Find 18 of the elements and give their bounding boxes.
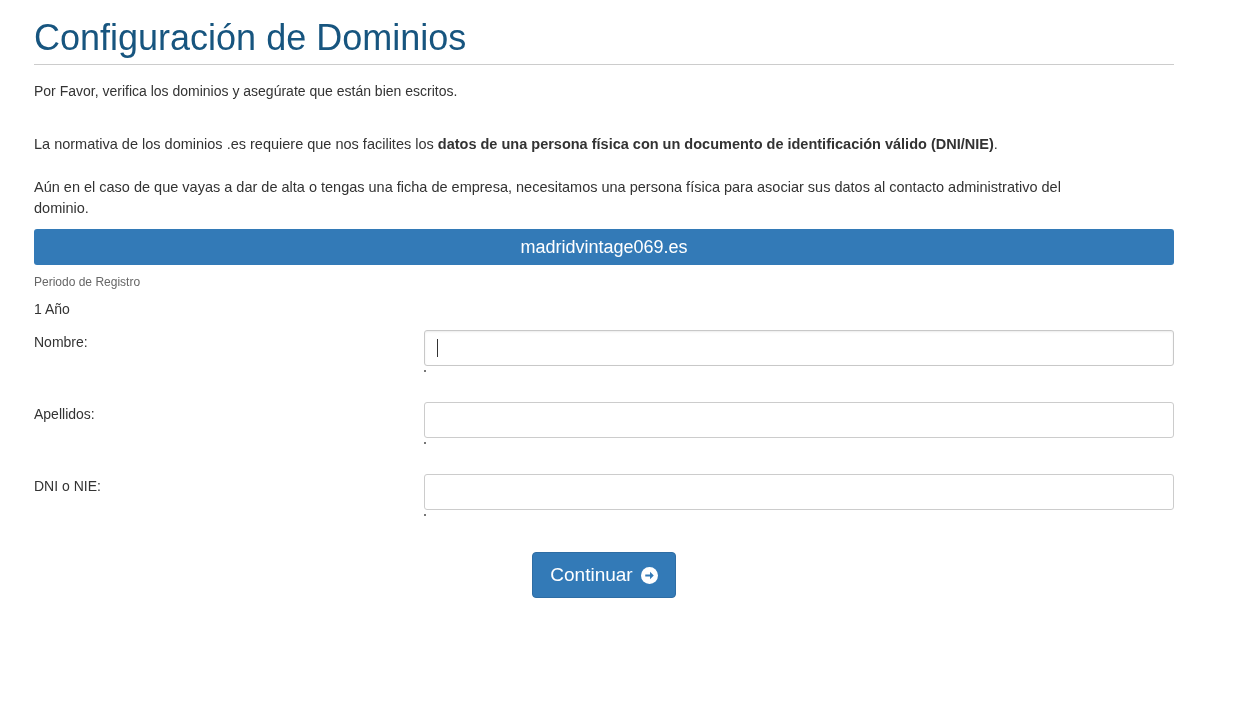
period-value: 1 Año bbox=[34, 300, 71, 319]
period-label: Periodo de Registro bbox=[34, 274, 142, 291]
field-label: Nombre: bbox=[34, 333, 89, 352]
page-title: Configuración de Dominios bbox=[34, 18, 1174, 65]
field-label: Apellidos: bbox=[34, 405, 96, 424]
info-paragraph: La normativa de los dominios .es requiere que nos facilites los datos de una persona física con un documento de identificación válido (DNI/NIE). bbox=[34, 135, 999, 154]
hint-mark bbox=[424, 442, 426, 444]
arrow-circle-icon bbox=[640, 566, 658, 584]
input-field[interactable] bbox=[424, 402, 1174, 438]
hint-mark bbox=[424, 370, 426, 372]
intro-text: Por Favor, verifica los dominios y asegúrate que están bien escritos. bbox=[34, 82, 459, 101]
input-field[interactable] bbox=[424, 330, 1174, 366]
hint-mark bbox=[424, 514, 426, 516]
domain-bar: madridvintage069.es bbox=[34, 229, 1174, 265]
info-paragraph: Aún en el caso de que vayas a dar de alta o tengas una ficha de empresa, necesitamos una persona física para asociar sus datos al contacto administrativo del dominio. bbox=[34, 178, 1062, 218]
field-label: DNI o NIE: bbox=[34, 477, 102, 496]
continue-button[interactable]: Continuar bbox=[532, 552, 676, 598]
input-field[interactable] bbox=[424, 474, 1174, 510]
